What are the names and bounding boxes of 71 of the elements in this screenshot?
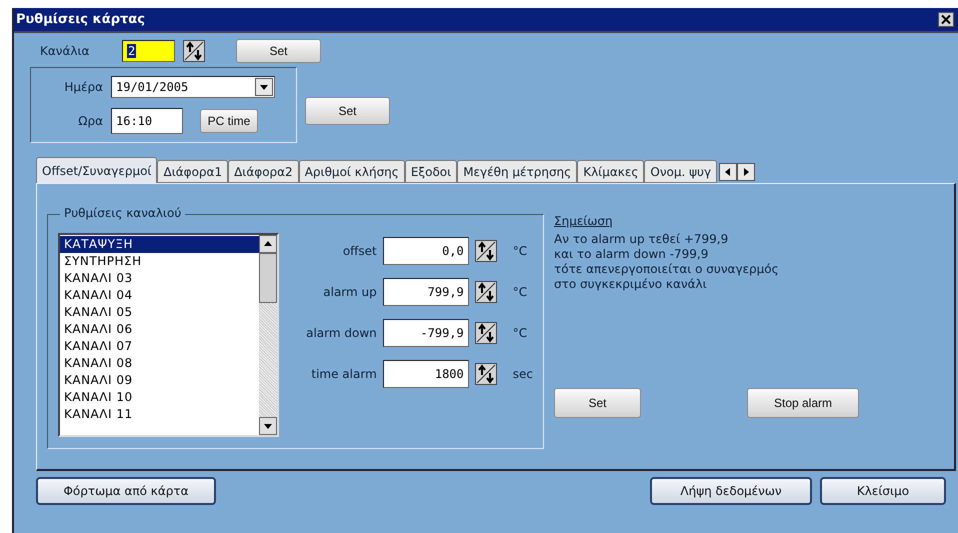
- down-arrow-icon: [262, 421, 273, 431]
- time-input[interactable]: 16:10: [111, 108, 183, 134]
- unit-label: sec: [512, 367, 533, 381]
- note-text: Αν το alarm up τεθεί +799,9 και το alarm down -799,9 τότε απενεργοποιείται ο συναγερμός στο συγκεκριμένο κανάλι: [554, 232, 780, 292]
- field-label: offset: [342, 244, 377, 258]
- up-down-arrows-icon: [476, 241, 496, 261]
- list-item[interactable]: ΚΑΝΑΛΙ 10: [60, 389, 259, 406]
- unit-label: °C: [512, 244, 528, 258]
- tab[interactable]: Offset/Συναγερμοί: [36, 157, 158, 183]
- load-from-card-button[interactable]: Φόρτωμα από κάρτα: [36, 477, 216, 505]
- close-icon[interactable]: [938, 12, 954, 27]
- scrollbar[interactable]: [258, 235, 277, 435]
- up-down-arrows-icon: [476, 323, 496, 343]
- tab[interactable]: Κλίμακες: [577, 160, 644, 183]
- list-item[interactable]: ΣΥΝΤΗΡΗΣΗ: [60, 253, 259, 270]
- date-dropdown[interactable]: 19/01/2005: [111, 76, 275, 98]
- tab[interactable]: Αριθμοί κλήσης: [298, 160, 405, 183]
- up-arrow-icon: [262, 239, 273, 249]
- list-item[interactable]: ΚΑΝΑΛΙ 07: [60, 338, 259, 355]
- number-input[interactable]: -799,9: [382, 319, 469, 347]
- scroll-up-button[interactable]: [258, 235, 277, 253]
- list-item[interactable]: ΚΑΝΑΛΙ 04: [60, 287, 259, 304]
- up-down-arrows-icon: [476, 282, 496, 302]
- list-item[interactable]: ΚΑΝΑΛΙ 08: [60, 355, 259, 372]
- stop-alarm-button[interactable]: Stop alarm: [747, 388, 859, 418]
- field-label: alarm down: [305, 326, 377, 340]
- list-item[interactable]: ΚΑΝΑΛΙ 06: [60, 321, 259, 338]
- spin-button[interactable]: [474, 281, 497, 303]
- tab[interactable]: Ονομ. ψυγ: [644, 160, 718, 183]
- note-title: Σημείωση: [554, 214, 614, 228]
- number-input[interactable]: 1800: [382, 360, 469, 388]
- spin-button[interactable]: [474, 322, 497, 344]
- field-label: time alarm: [310, 367, 377, 381]
- up-down-arrows-icon: [476, 364, 496, 384]
- scroll-left-button[interactable]: [719, 163, 738, 181]
- scroll-thumb[interactable]: [258, 253, 277, 303]
- channels-input[interactable]: 2: [122, 40, 175, 62]
- list-item[interactable]: ΚΑΝΑΛΙ 11: [60, 406, 259, 423]
- channels-label: Κανάλια: [40, 44, 90, 58]
- date-value: 19/01/2005: [116, 80, 188, 94]
- set-button[interactable]: Set: [305, 97, 390, 125]
- close-button[interactable]: Κλείσιμο: [820, 477, 946, 505]
- unit-label: °C: [512, 285, 528, 299]
- number-input[interactable]: 0,0: [382, 237, 469, 265]
- field-label: alarm up: [322, 285, 377, 299]
- tab[interactable]: Μεγέθη μέτρησης: [457, 160, 578, 183]
- pc-time-button[interactable]: PC time: [200, 109, 258, 133]
- fetch-data-button[interactable]: Λήψη δεδομένων: [650, 477, 812, 505]
- scroll-down-button[interactable]: [258, 417, 277, 435]
- unit-label: °C: [512, 326, 528, 340]
- list-item[interactable]: ΚΑΝΑΛΙ 09: [60, 372, 259, 389]
- spin-button[interactable]: [474, 363, 497, 385]
- list-item[interactable]: ΚΑΝΑΛΙ 03: [60, 270, 259, 287]
- set-button[interactable]: Set: [554, 388, 641, 418]
- triangle-icon: [259, 82, 269, 92]
- scroll-right-button[interactable]: [737, 163, 756, 181]
- spin-button[interactable]: [183, 40, 205, 62]
- tab[interactable]: Διάφορα1: [157, 160, 228, 183]
- up-down-arrows-icon: [184, 41, 204, 61]
- group-title: Ρυθμίσεις καναλιού: [60, 206, 186, 220]
- date-label: Ημέρα: [63, 80, 103, 94]
- right-arrow-icon: [741, 167, 752, 177]
- window-title: Ρυθμίσεις κάρτας: [16, 12, 145, 27]
- list-item[interactable]: ΚΑΤΑΨΥΞΗ: [60, 236, 259, 253]
- spin-button[interactable]: [474, 240, 497, 262]
- tab[interactable]: Διάφορα2: [228, 160, 299, 183]
- time-label: Ωρα: [77, 114, 103, 128]
- set-button[interactable]: Set: [236, 39, 321, 63]
- list-item[interactable]: ΚΑΝΑΛΙ 05: [60, 304, 259, 321]
- tab[interactable]: Εξοδοι: [404, 160, 458, 183]
- number-input[interactable]: 799,9: [382, 278, 469, 306]
